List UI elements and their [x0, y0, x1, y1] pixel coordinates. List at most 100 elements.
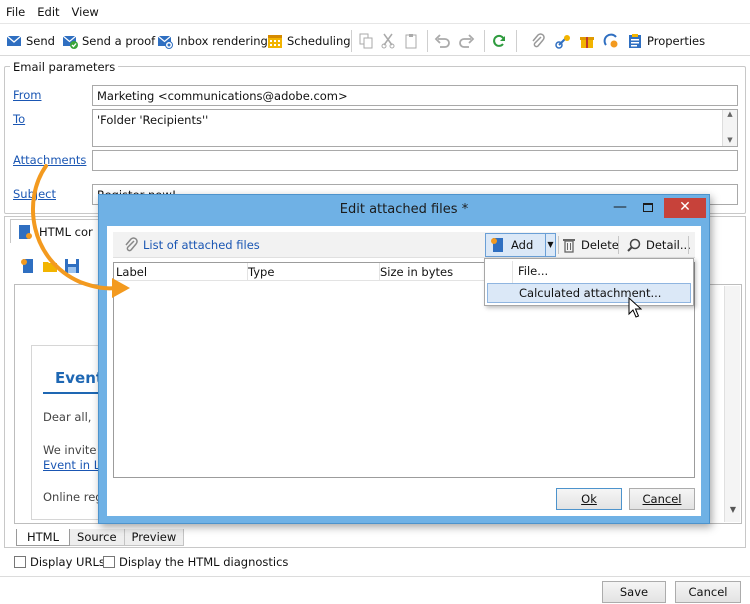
send-proof-label: Send a proof	[82, 34, 156, 48]
scroll-down-icon[interactable]: ▼	[725, 505, 741, 514]
callout-arrow-icon	[31, 164, 130, 298]
attach-button[interactable]	[530, 31, 546, 51]
list-of-attached-files-link[interactable]: List of attached files	[123, 237, 260, 253]
to-field[interactable]: 'Folder 'Recipients'' ▲ ▼	[92, 109, 738, 147]
scissors-icon	[380, 33, 396, 49]
detail-button[interactable]: Detail...	[626, 237, 691, 253]
trash-icon	[561, 237, 577, 253]
tab-html[interactable]: HTML	[16, 529, 71, 546]
scroll-up-icon[interactable]: ▲	[723, 110, 737, 119]
preview-heading: Event	[55, 369, 104, 387]
clipboard-icon	[403, 33, 419, 49]
close-icon: ✕	[679, 199, 691, 215]
to-link[interactable]: To	[13, 112, 25, 126]
preview-invite-text: We invite	[43, 443, 97, 457]
menu-item-calculated-attachment[interactable]: Calculated attachment...	[487, 283, 691, 303]
scroll-down-icon[interactable]: ▼	[723, 136, 737, 145]
undo-icon	[434, 33, 450, 49]
toolbar-divider	[618, 236, 619, 254]
attachments-field[interactable]	[92, 150, 738, 171]
menu-view[interactable]: View	[66, 0, 105, 19]
toolbar-divider	[558, 236, 559, 254]
from-field[interactable]: Marketing <communications@adobe.com>	[92, 85, 738, 106]
personalization-button[interactable]	[555, 31, 571, 51]
edit-attached-files-dialog: Edit attached files * — ✕ List of attach…	[98, 194, 710, 524]
save-button[interactable]: Save	[602, 581, 666, 603]
send-button[interactable]: Send	[6, 31, 55, 51]
menu-file[interactable]: File	[0, 0, 31, 19]
copy-button[interactable]	[358, 31, 374, 51]
add-dropdown-menu: File... Calculated attachment...	[484, 258, 694, 306]
properties-label: Properties	[647, 34, 706, 48]
html-diagnostics-checkbox[interactable]	[103, 556, 115, 568]
envelope-check-icon	[62, 33, 78, 49]
paste-button[interactable]	[403, 31, 419, 51]
redo-button[interactable]	[459, 31, 475, 51]
editor-mode-tabs: HTML Source Preview	[16, 529, 185, 546]
menu-bar: File Edit View	[0, 0, 750, 24]
scheduling-button[interactable]: Scheduling	[267, 31, 351, 51]
add-button[interactable]: Add	[485, 233, 546, 257]
cancel-button[interactable]: Cancel	[675, 581, 741, 603]
redo-icon	[459, 33, 475, 49]
toolbar-divider	[484, 30, 485, 52]
menu-item-file[interactable]: File...	[487, 261, 691, 281]
copy-icon	[358, 33, 374, 49]
refresh-button[interactable]	[491, 31, 507, 51]
from-link[interactable]: From	[13, 88, 42, 102]
delete-label: Delete	[581, 238, 619, 252]
dialog-cancel-button[interactable]: Cancel	[629, 488, 695, 510]
toolbar-divider	[427, 30, 428, 52]
envelope-eye-icon	[157, 33, 173, 49]
tracking-icon	[603, 33, 619, 49]
toolbar: Send Send a proof Inbox rendering Schedu…	[0, 25, 750, 56]
paperclip-icon	[530, 33, 546, 49]
refresh-icon	[491, 33, 507, 49]
column-size[interactable]: Size in bytes	[380, 265, 453, 279]
mouse-cursor-icon	[628, 297, 642, 318]
inbox-rendering-button[interactable]: Inbox rendering	[157, 31, 268, 51]
minimize-button[interactable]: —	[607, 198, 633, 218]
link-gear-icon	[555, 33, 571, 49]
calendar-icon	[267, 33, 283, 49]
envelope-icon	[6, 33, 22, 49]
html-diagnostics-label: Display the HTML diagnostics	[119, 555, 289, 569]
display-urls-checkbox[interactable]	[14, 556, 26, 568]
tracking-button[interactable]	[603, 31, 619, 51]
maximize-icon	[643, 203, 653, 212]
tab-preview[interactable]: Preview	[124, 529, 185, 546]
preview-online-text: Online reg	[43, 490, 103, 504]
ok-button[interactable]: Ok	[556, 488, 622, 510]
undo-button[interactable]	[434, 31, 450, 51]
preview-scrollbar[interactable]: ▼	[724, 286, 740, 522]
clipboard-properties-icon	[627, 33, 643, 49]
properties-button[interactable]: Properties	[627, 31, 705, 51]
send-label: Send	[26, 34, 55, 48]
add-label: Add	[511, 238, 534, 252]
display-urls-label: Display URLs	[30, 555, 105, 569]
scheduling-label: Scheduling	[287, 34, 351, 48]
maximize-button[interactable]	[635, 198, 661, 218]
add-dropdown-toggle[interactable]: ▼	[545, 233, 556, 257]
add-doc-icon	[490, 237, 506, 253]
preview-greeting: Dear all,	[43, 410, 92, 424]
tab-source[interactable]: Source	[70, 529, 125, 546]
list-of-attached-files-label: List of attached files	[143, 238, 260, 252]
to-value: 'Folder 'Recipients''	[97, 113, 209, 127]
offers-button[interactable]	[579, 31, 595, 51]
toolbar-divider	[688, 236, 689, 254]
toolbar-divider	[516, 30, 517, 52]
close-button[interactable]: ✕	[664, 198, 706, 218]
cut-button[interactable]	[380, 31, 396, 51]
column-type[interactable]: Type	[248, 265, 274, 279]
html-diagnostics-option[interactable]: Display the HTML diagnostics	[103, 555, 288, 569]
send-proof-button[interactable]: Send a proof	[62, 31, 155, 51]
to-scrollbar[interactable]: ▲ ▼	[722, 110, 737, 146]
menu-edit[interactable]: Edit	[31, 0, 65, 19]
toolbar-divider	[351, 30, 352, 52]
inbox-rendering-label: Inbox rendering	[177, 34, 268, 48]
gift-icon	[579, 33, 595, 49]
delete-button[interactable]: Delete	[561, 237, 619, 253]
display-urls-option[interactable]: Display URLs	[14, 555, 105, 569]
magnifier-icon	[626, 237, 642, 253]
